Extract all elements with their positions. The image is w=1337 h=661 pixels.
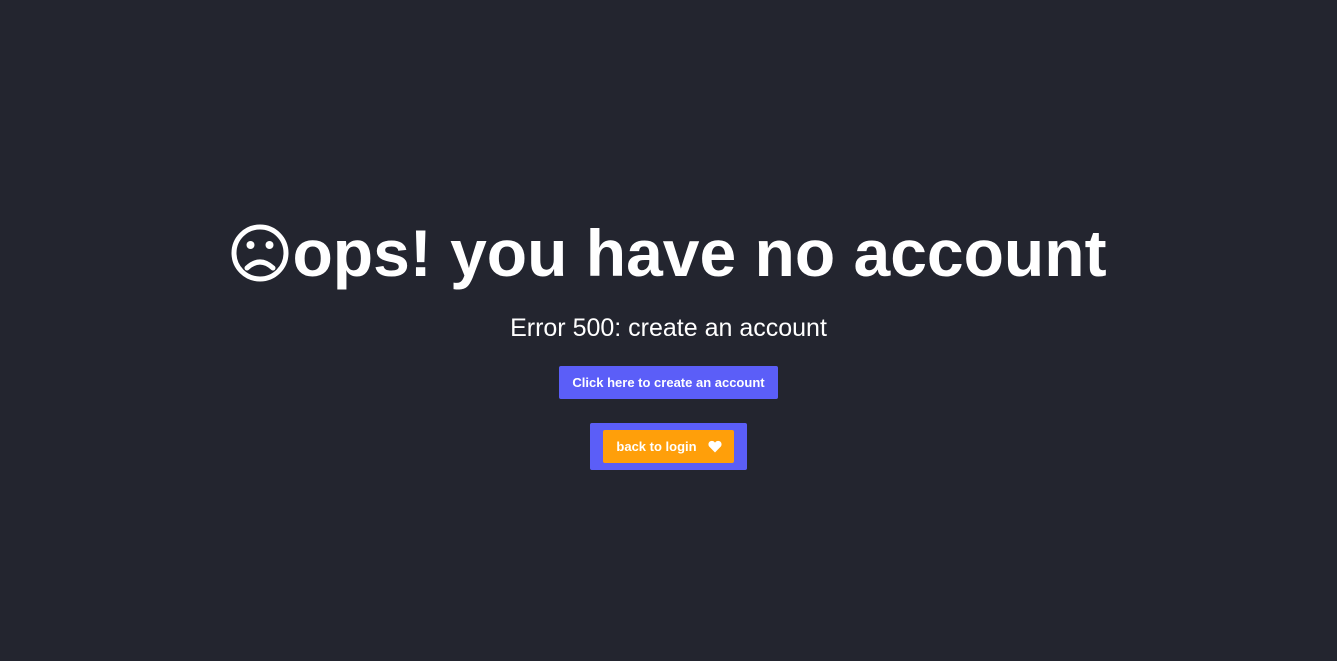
heart-icon — [708, 440, 722, 453]
create-account-button[interactable]: Click here to create an account — [559, 366, 778, 399]
back-to-login-button[interactable]: back to login — [603, 430, 734, 463]
error-message: Error 500: create an account — [510, 314, 827, 342]
back-to-login-frame: back to login — [590, 423, 747, 470]
error-page: ops! you have no account Error 500: crea… — [0, 0, 1337, 661]
back-to-login-label: back to login — [616, 439, 697, 454]
sad-face-icon — [231, 224, 289, 282]
page-title-text: ops! you have no account — [292, 216, 1107, 290]
page-title: ops! you have no account — [230, 216, 1107, 290]
